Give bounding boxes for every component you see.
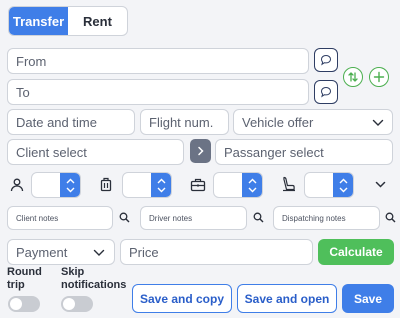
passenger-select-placeholder: Passanger select: [224, 144, 324, 160]
payment-value: Payment: [16, 244, 68, 260]
price-input[interactable]: Price: [120, 239, 313, 265]
briefcase-icon: [190, 178, 206, 192]
luggage-count-input[interactable]: [122, 172, 172, 198]
to-placeholder: To: [16, 84, 30, 100]
price-placeholder: Price: [129, 244, 159, 260]
tab-rent[interactable]: Rent: [68, 7, 127, 35]
briefcases-count-input[interactable]: [213, 172, 263, 198]
save-button[interactable]: Save: [342, 284, 394, 313]
chevron-down-icon: [66, 187, 74, 192]
person-icon: [10, 178, 24, 192]
luggage-icon: [100, 177, 112, 192]
briefcases-stepper[interactable]: [242, 173, 262, 197]
from-input[interactable]: From: [7, 48, 309, 74]
chevron-up-icon: [339, 178, 347, 183]
comment-icon: [320, 54, 332, 66]
date-time-placeholder: Date and time: [16, 114, 97, 130]
chevron-down-icon: [248, 187, 256, 192]
flight-number-placeholder: Flight num.: [149, 114, 214, 130]
dispatching-notes-placeholder: Dispatching notes: [282, 213, 346, 223]
swap-vertical-icon: [348, 72, 358, 82]
client-notes-placeholder: Client notes: [16, 213, 59, 223]
vehicle-offer-select[interactable]: Vehicle offer: [233, 109, 393, 135]
round-trip-label: Round trip: [7, 266, 42, 291]
search-icon[interactable]: [253, 212, 264, 223]
chevron-down-icon: [157, 187, 165, 192]
skip-notifications-toggle[interactable]: [61, 296, 93, 312]
round-trip-toggle[interactable]: [8, 296, 40, 312]
search-icon[interactable]: [119, 212, 130, 223]
to-comment-button[interactable]: [314, 80, 338, 104]
comment-icon: [320, 86, 332, 98]
chevron-up-icon: [66, 178, 74, 183]
driver-notes-placeholder: Driver notes: [149, 213, 193, 223]
child-seat-icon: [283, 176, 295, 192]
chevron-down-icon: [93, 249, 105, 256]
client-expand-button[interactable]: [190, 139, 211, 163]
chevron-right-icon: [197, 146, 204, 156]
dispatching-notes-input[interactable]: Dispatching notes: [273, 206, 380, 230]
flight-number-input[interactable]: Flight num.: [140, 109, 229, 135]
passengers-stepper[interactable]: [60, 173, 80, 197]
calculate-button[interactable]: Calculate: [318, 239, 394, 265]
chevron-up-icon: [157, 178, 165, 183]
luggage-stepper[interactable]: [151, 173, 171, 197]
swap-route-button[interactable]: [343, 67, 363, 87]
vehicle-offer-value: Vehicle offer: [242, 114, 314, 130]
from-placeholder: From: [16, 53, 47, 69]
search-icon[interactable]: [385, 212, 396, 223]
passengers-count-input[interactable]: [31, 172, 81, 198]
payment-select[interactable]: Payment: [7, 239, 115, 265]
date-time-input[interactable]: Date and time: [7, 109, 135, 135]
chevron-up-icon: [248, 178, 256, 183]
to-input[interactable]: To: [7, 79, 309, 105]
child-seats-count-input[interactable]: [304, 172, 354, 198]
driver-notes-input[interactable]: Driver notes: [140, 206, 247, 230]
booking-type-switch: Transfer Rent: [8, 6, 128, 36]
expand-more-icon[interactable]: [375, 181, 386, 189]
save-and-copy-button[interactable]: Save and copy: [132, 284, 232, 313]
save-and-open-button[interactable]: Save and open: [237, 284, 337, 313]
client-select[interactable]: Client select: [7, 139, 184, 165]
plus-icon: [373, 71, 385, 83]
client-select-placeholder: Client select: [16, 144, 87, 160]
tab-transfer[interactable]: Transfer: [9, 7, 68, 35]
skip-notifications-label: Skip notifications: [61, 266, 127, 291]
child-seats-stepper[interactable]: [333, 173, 353, 197]
from-comment-button[interactable]: [314, 48, 338, 72]
passenger-select[interactable]: Passanger select: [215, 139, 393, 165]
chevron-down-icon: [372, 119, 384, 126]
chevron-down-icon: [339, 187, 347, 192]
client-notes-input[interactable]: Client notes: [7, 206, 113, 230]
add-stop-button[interactable]: [369, 67, 389, 87]
